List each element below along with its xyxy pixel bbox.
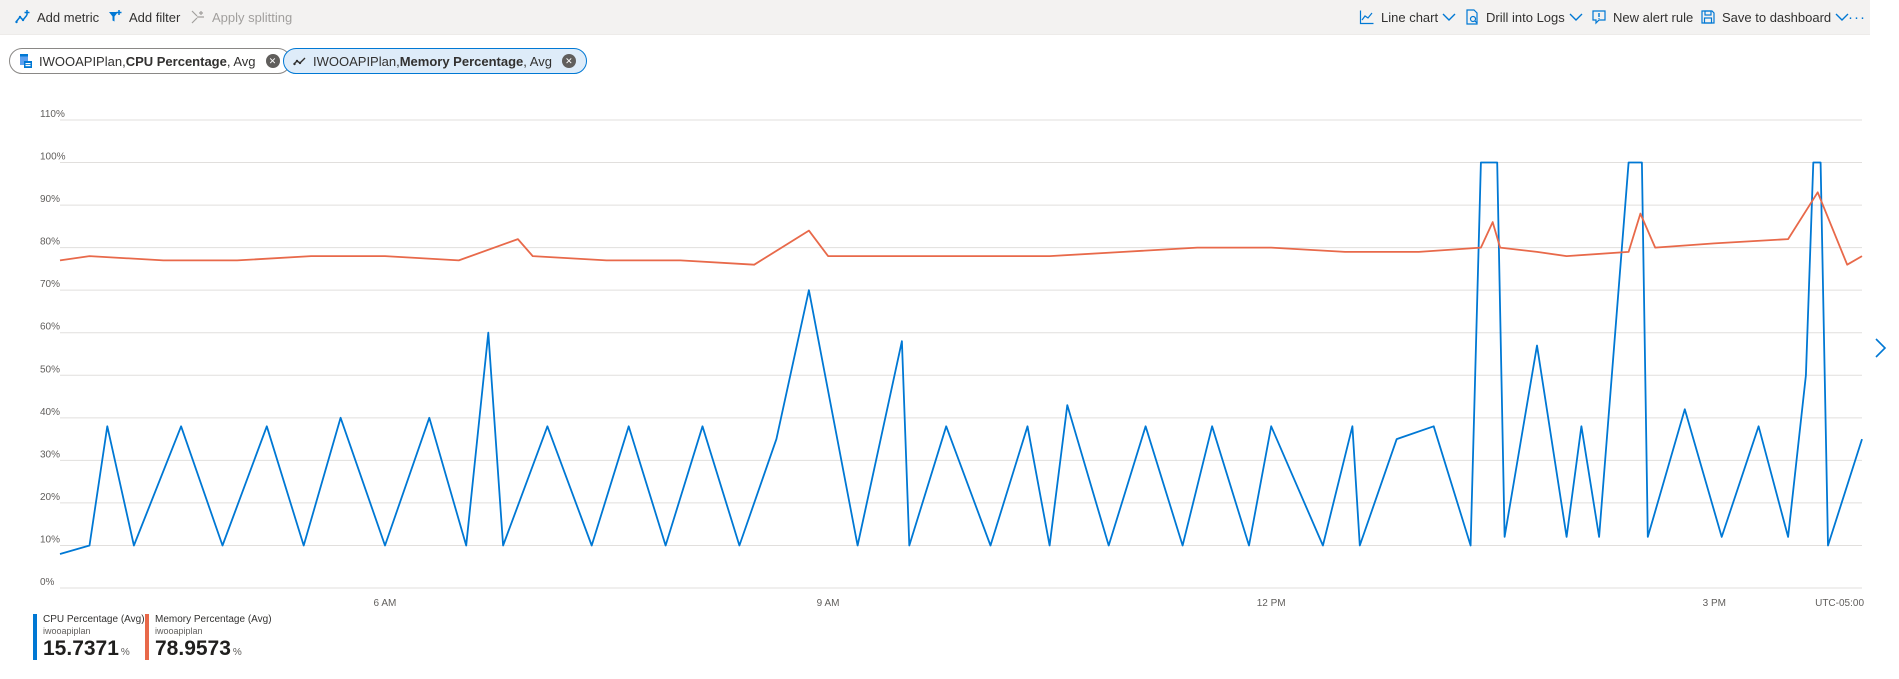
y-tick-label: 20% <box>40 492 60 503</box>
y-tick-label: 10% <box>40 534 60 545</box>
remove-metric-icon[interactable]: ✕ <box>265 54 280 68</box>
new-alert-rule-label: New alert rule <box>1613 9 1694 25</box>
add-metric-label: Add metric <box>37 9 100 25</box>
y-tick-label: 100% <box>40 152 66 163</box>
apply-splitting-label: Apply splitting <box>212 9 293 25</box>
apply-splitting-button[interactable]: Apply splitting <box>189 0 292 34</box>
timezone-label: UTC-05:00 <box>1815 598 1864 609</box>
cpu-percentage-series-line <box>59 161 1863 555</box>
chevron-down-icon <box>1442 12 1456 22</box>
remove-metric-icon[interactable]: ✕ <box>561 54 576 68</box>
x-tick-label: 12 PM <box>1257 598 1286 609</box>
pill-resource-label: IWOOAPIPlan, <box>39 53 126 69</box>
y-tick-label: 0% <box>40 577 55 588</box>
chevron-down-icon <box>1569 12 1583 22</box>
legend-color-swatch <box>145 614 149 660</box>
drill-into-logs-label: Drill into Logs <box>1486 9 1565 25</box>
save-to-dashboard-label: Save to dashboard <box>1722 9 1832 25</box>
more-options-button[interactable]: ··· <box>1848 0 1866 34</box>
line-chart-icon <box>1358 8 1376 26</box>
drill-into-logs-dropdown[interactable]: Drill into Logs <box>1463 0 1583 34</box>
legend-color-swatch <box>33 614 37 660</box>
filter-icon <box>106 8 124 26</box>
y-tick-label: 90% <box>40 194 60 205</box>
y-tick-label: 80% <box>40 237 60 248</box>
y-tick-label: 110% <box>40 109 65 120</box>
memory-percentage-series-line <box>59 191 1863 266</box>
legend-value: 78.9573 <box>155 637 231 660</box>
y-tick-label: 50% <box>40 364 60 375</box>
new-alert-rule-button[interactable]: New alert rule <box>1590 0 1693 34</box>
x-tick-label: 3 PM <box>1703 598 1726 609</box>
legend-title: CPU Percentage (Avg) <box>43 614 145 625</box>
line-chart-label: Line chart <box>1381 9 1439 25</box>
x-tick-label: 9 AM <box>817 598 840 609</box>
legend-item-memory[interactable]: Memory Percentage (Avg) iwooapiplan 78.9… <box>145 614 272 665</box>
save-icon <box>1699 8 1717 26</box>
pill-metric-label: CPU Percentage <box>125 53 227 69</box>
legend-unit: % <box>120 647 130 658</box>
app-service-plan-icon <box>18 53 34 69</box>
legend-subtitle: iwooapiplan <box>155 626 203 636</box>
metrics-line-chart[interactable]: 0% 10% 20% 30% 40% 50% 60% 70% 80% 90% 100% 110% 6 A… <box>0 100 1899 610</box>
line-chart-dropdown[interactable]: Line chart <box>1358 0 1456 34</box>
legend-unit: % <box>232 647 242 658</box>
metric-pill-cpu[interactable]: IWOOAPIPlan, CPU Percentage , Avg ✕ <box>9 48 291 74</box>
pill-resource-label: IWOOAPIPlan, <box>313 53 400 69</box>
y-tick-label: 60% <box>40 322 60 333</box>
add-filter-button[interactable]: Add filter <box>106 0 180 34</box>
legend-subtitle: iwooapiplan <box>43 626 91 636</box>
legend-title: Memory Percentage (Avg) <box>155 614 272 625</box>
splitting-icon <box>189 8 207 26</box>
pill-aggregation-label: , Avg <box>226 53 256 69</box>
y-tick-label: 40% <box>40 407 60 418</box>
y-tick-label: 70% <box>40 279 60 290</box>
y-tick-label: 30% <box>40 449 60 460</box>
metric-line-icon <box>292 53 308 69</box>
chevron-right-icon[interactable] <box>1870 336 1890 360</box>
pill-metric-label: Memory Percentage <box>399 53 524 69</box>
x-tick-label: 6 AM <box>374 598 397 609</box>
legend-value: 15.7371 <box>43 637 119 660</box>
command-bar: Add metric Add filter Apply splitting Li… <box>0 0 1870 35</box>
more-options-label: ··· <box>1848 8 1866 26</box>
logs-icon <box>1463 8 1481 26</box>
add-filter-label: Add filter <box>129 9 181 25</box>
add-metric-button[interactable]: Add metric <box>14 0 99 34</box>
add-metric-icon <box>14 8 32 26</box>
legend-item-cpu[interactable]: CPU Percentage (Avg) iwooapiplan 15.7371… <box>33 614 145 665</box>
alert-icon <box>1590 8 1608 26</box>
save-to-dashboard-dropdown[interactable]: Save to dashboard <box>1699 0 1849 34</box>
pill-aggregation-label: , Avg <box>523 53 552 69</box>
metric-pill-memory[interactable]: IWOOAPIPlan, Memory Percentage , Avg ✕ <box>283 48 587 74</box>
